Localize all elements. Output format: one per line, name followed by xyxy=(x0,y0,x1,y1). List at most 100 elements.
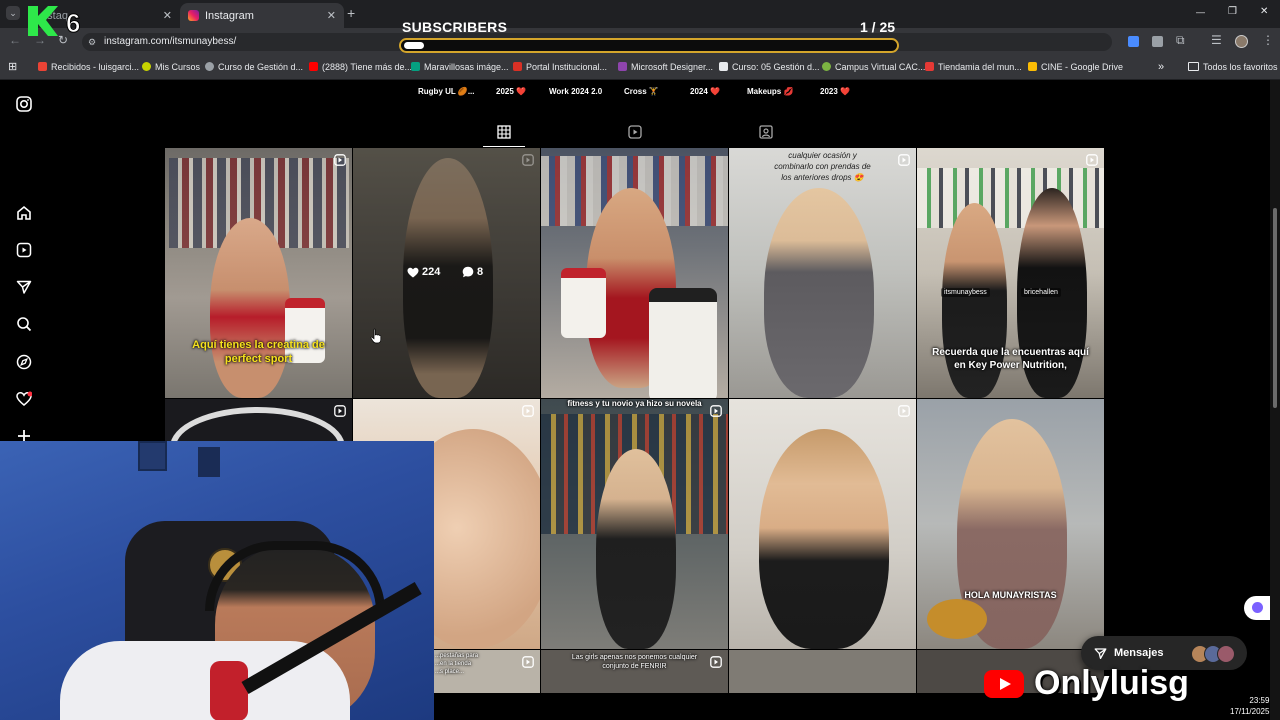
tab-tagged[interactable] xyxy=(756,122,776,142)
highlight-label[interactable]: Makeups 💋 xyxy=(747,87,793,96)
reel-icon xyxy=(522,154,534,166)
bookmark-label: Curso de Gestión d... xyxy=(218,62,304,72)
messages-label: Mensajes xyxy=(1114,647,1164,659)
bookmark-label: Campus Virtual CAC... xyxy=(835,62,926,72)
post-caption: Recuerda que la encuentras aquí en Key P… xyxy=(932,347,1089,371)
instagram-favicon-icon xyxy=(188,10,199,21)
post-caption: fitness y tu novio ya hizo su novela xyxy=(567,399,702,408)
comments-count: 8 xyxy=(462,266,483,278)
post-tile[interactable]: cualquier ocasión y combinarlo con prend… xyxy=(729,148,916,398)
tag-label: itsmunaybess xyxy=(944,289,987,296)
favicon-icon xyxy=(205,62,214,71)
bookmark-item[interactable]: Recibidos - luisgarci... xyxy=(38,56,139,79)
favicon-icon xyxy=(309,62,318,71)
avatar xyxy=(1217,645,1235,663)
scrollbar-thumb[interactable] xyxy=(1273,208,1277,408)
bookmark-label: Todos los favoritos xyxy=(1203,62,1278,72)
close-tab-icon[interactable]: ✕ xyxy=(327,9,336,22)
bookmark-item[interactable]: Portal Institucional... xyxy=(513,56,607,79)
reel-icon xyxy=(334,405,346,417)
bookmarks-overflow-button[interactable]: » xyxy=(1158,56,1164,79)
brand-name: Onlyluisg xyxy=(1034,664,1189,702)
post-tile[interactable] xyxy=(729,399,916,649)
reels-icon[interactable] xyxy=(14,240,34,260)
post-tile[interactable]: Las girls apenas nos ponemos cualquier c… xyxy=(541,650,728,693)
bookmark-item[interactable]: Curso: 05 Gestión d... xyxy=(719,56,820,79)
youtube-logo-icon xyxy=(984,670,1024,698)
extension-icon[interactable] xyxy=(1152,36,1163,47)
send-icon[interactable] xyxy=(14,277,34,297)
reels-icon xyxy=(628,125,642,139)
post-caption: cualquier ocasión y combinarlo con prend… xyxy=(774,151,871,182)
tab-search-button[interactable]: ⌄ xyxy=(6,6,20,20)
highlight-label[interactable]: 2023 ❤️ xyxy=(820,87,850,96)
all-bookmarks-button[interactable]: Todos los favoritos xyxy=(1188,56,1278,79)
comment-filled-icon xyxy=(462,266,474,278)
person-figure xyxy=(596,449,676,649)
bookmark-label: CINE - Google Drive xyxy=(1041,62,1124,72)
site-info-icon[interactable]: ⚙ xyxy=(88,33,96,51)
favicon-icon xyxy=(38,62,47,71)
favicon-icon xyxy=(822,62,831,71)
home-icon[interactable] xyxy=(14,203,34,223)
highlight-label[interactable]: Work 2024 2.0 xyxy=(549,87,602,96)
instagram-tag: bricehallen xyxy=(1021,288,1061,297)
reel-icon xyxy=(334,154,346,166)
tab-label: Instagram xyxy=(205,9,254,22)
search-icon[interactable] xyxy=(14,314,34,334)
bookmark-item[interactable]: Maravillosas imáge... xyxy=(411,56,509,79)
tab-reels[interactable] xyxy=(625,122,645,142)
post-tile[interactable] xyxy=(729,650,916,693)
product-tub xyxy=(649,288,717,398)
apps-icon[interactable]: ⊞ xyxy=(8,56,17,79)
minimize-button[interactable]: — xyxy=(1196,7,1205,17)
person-figure xyxy=(210,218,290,398)
bookmark-item[interactable]: Microsoft Designer... xyxy=(618,56,713,79)
instagram-logo-icon[interactable] xyxy=(14,94,34,114)
back-icon[interactable]: ← xyxy=(9,33,21,47)
favicon-icon xyxy=(411,62,420,71)
bookmark-item[interactable]: (2888) Tiene más de... xyxy=(309,56,412,79)
highlight-label[interactable]: 2025 ❤️ xyxy=(496,87,526,96)
translate-extension-button[interactable] xyxy=(1244,596,1270,620)
post-tile[interactable]: Aquí tienes la creatina de perfect sport xyxy=(165,148,352,398)
heart-icon[interactable] xyxy=(14,389,34,409)
bookmark-label: (2888) Tiene más de... xyxy=(322,62,413,72)
extensions-puzzle-icon[interactable]: ⧉ xyxy=(1176,33,1185,48)
profile-avatar[interactable] xyxy=(1235,35,1248,48)
favicon-icon xyxy=(719,62,728,71)
tag-label: bricehallen xyxy=(1024,289,1058,296)
bookmark-item[interactable]: Campus Virtual CAC... xyxy=(822,56,925,79)
browser-tab-instagram[interactable]: Instagram ✕ xyxy=(180,3,344,28)
bookmark-item[interactable]: CINE - Google Drive xyxy=(1028,56,1123,79)
post-tile[interactable] xyxy=(541,148,728,398)
bookmark-label: Microsoft Designer... xyxy=(631,62,714,72)
page-scrollbar[interactable] xyxy=(1270,80,1280,720)
highlight-label[interactable]: Cross 🏋️ xyxy=(624,87,659,96)
explore-icon[interactable] xyxy=(14,352,34,372)
tab-posts-grid[interactable] xyxy=(494,122,514,142)
post-tile[interactable]: HOLA MUNAYRISTAS xyxy=(917,399,1104,649)
post-tile[interactable]: itsmunaybess bricehallen Recuerda que la… xyxy=(917,148,1104,398)
close-window-button[interactable]: ✕ xyxy=(1260,6,1268,17)
bookmark-item[interactable]: Mis Cursos xyxy=(142,56,200,79)
highlight-label[interactable]: Rugby UL 🏉... xyxy=(418,87,474,96)
new-tab-button[interactable]: + xyxy=(347,5,355,21)
restore-button[interactable]: ❐ xyxy=(1228,6,1237,17)
bookmark-item[interactable]: Tiendamia del mun... xyxy=(925,56,1022,79)
close-tab-icon[interactable]: ✕ xyxy=(163,9,172,22)
browser-menu-icon[interactable]: ⋮ xyxy=(1262,33,1274,47)
extension-icon[interactable] xyxy=(1128,36,1139,47)
instagram-tag: itsmunaybess xyxy=(941,288,990,297)
bookmark-label: Curso: 05 Gestión d... xyxy=(732,62,820,72)
bookmark-label: Portal Institucional... xyxy=(526,62,608,72)
product-tub xyxy=(561,268,606,338)
favicon-icon xyxy=(1028,62,1037,71)
post-tile[interactable]: fitness y tu novio ya hizo su novela xyxy=(541,399,728,649)
post-tile-hovered[interactable]: 224 8 xyxy=(353,148,540,398)
highlight-label[interactable]: 2024 ❤️ xyxy=(690,87,720,96)
extension-icon xyxy=(1252,602,1263,613)
favicon-icon xyxy=(513,62,522,71)
media-controls-icon[interactable]: ☰ xyxy=(1211,33,1222,47)
bookmark-item[interactable]: Curso de Gestión d... xyxy=(205,56,303,79)
